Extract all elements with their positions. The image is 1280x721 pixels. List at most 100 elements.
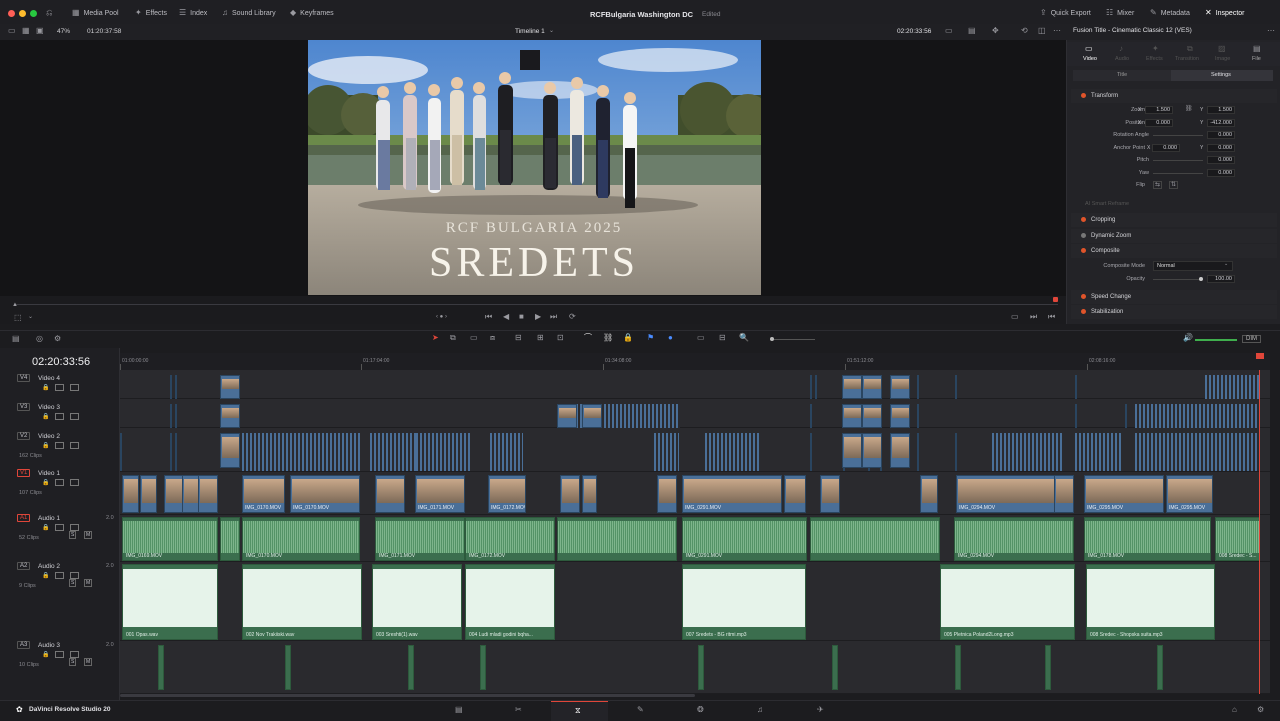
disable-track-icon[interactable] [70, 442, 79, 449]
track-tag-v4[interactable]: V4 [17, 374, 31, 382]
track-name-v2[interactable]: Video 2 [38, 433, 60, 440]
color-page-icon[interactable]: ❂ [697, 706, 704, 714]
audio-clip[interactable] [408, 645, 414, 690]
audio-clip[interactable]: IMG_0170.MOV [242, 517, 360, 561]
flip-horizontal-icon[interactable]: ⇆ [1153, 181, 1163, 189]
audio-clip[interactable]: 008 Sredec - Shopska suita.mp3 [1086, 564, 1215, 640]
video-clip[interactable] [890, 404, 910, 428]
video-clip[interactable] [917, 404, 919, 428]
video-clip[interactable] [890, 433, 910, 468]
anchor-y-field[interactable]: 0.000 [1207, 144, 1235, 152]
zoom-window-button[interactable] [30, 10, 37, 17]
scrub-playhead[interactable] [1053, 297, 1058, 302]
video-clip[interactable] [220, 433, 240, 468]
auto-select-icon[interactable] [55, 413, 64, 420]
audio-clip[interactable] [285, 645, 291, 690]
zoom-full-icon[interactable]: ▭ [697, 334, 705, 342]
opacity-field[interactable]: 100.00 [1207, 275, 1235, 283]
audio-clip[interactable]: IMG_0172.MOV [465, 517, 555, 561]
video-clip[interactable] [170, 375, 172, 399]
audio-clip[interactable] [810, 517, 940, 561]
lock-icon[interactable]: 🔒 [623, 334, 633, 342]
video-clip[interactable] [120, 433, 122, 471]
layout-icon[interactable]: ▤ [12, 335, 20, 343]
audio-clip[interactable]: IMG_0291.MOV [682, 517, 807, 561]
video-clip[interactable] [1054, 475, 1074, 513]
audio-clip[interactable] [832, 645, 838, 690]
video-clip[interactable] [175, 404, 177, 428]
opacity-slider[interactable] [1153, 277, 1203, 281]
inspector-button[interactable]: ✕ Inspector [1205, 9, 1245, 17]
play-icon[interactable]: ▶ [535, 313, 541, 321]
video-clip-group[interactable] [1135, 404, 1260, 428]
disable-track-icon[interactable] [70, 384, 79, 391]
audio-clip[interactable]: 005 Pletnica Poland2Long.mp3 [940, 564, 1075, 640]
composite-mode-select[interactable]: Normal ⌄ [1153, 261, 1233, 271]
video-clip-group[interactable] [242, 433, 360, 471]
track-tag-a2[interactable]: A2 [17, 562, 31, 570]
video-clip[interactable]: IMG_0295.MOV [1084, 475, 1164, 513]
audio-clip[interactable]: 007 Sredets - BG ritmi.mp3 [682, 564, 806, 640]
disable-track-icon[interactable] [70, 524, 79, 531]
zoom-y-field[interactable]: 1.500 [1207, 106, 1235, 114]
position-x-field[interactable]: 0.000 [1145, 119, 1173, 127]
audio-clip[interactable] [480, 645, 486, 690]
track-name-a3[interactable]: Audio 3 [38, 642, 60, 649]
timeline-scrollbar[interactable] [120, 694, 695, 697]
anchor-x-field[interactable]: 0.000 [1152, 144, 1180, 152]
deliver-page-icon[interactable]: ✈ [817, 706, 824, 714]
video-clip[interactable]: IMG_0294.MOV [956, 475, 1056, 513]
video-clip[interactable] [920, 475, 938, 513]
audio-clip[interactable]: 008 Sredec - S... [1215, 517, 1260, 561]
yaw-field[interactable]: 0.000 [1207, 169, 1235, 177]
audio-clip[interactable]: 003 Sreshti(1).wav [372, 564, 462, 640]
fusion-page-icon[interactable]: ✎ [637, 706, 644, 714]
chevron-down-icon[interactable]: ⌄ [549, 28, 554, 34]
mute-button[interactable]: M [84, 579, 93, 587]
audio-clip[interactable]: IMG_0294.MOV [954, 517, 1074, 561]
mute-button[interactable]: M [84, 531, 93, 539]
split-view-icon[interactable]: ◫ [1038, 27, 1046, 35]
track-tag-v2[interactable]: V2 [17, 432, 31, 440]
video-clip[interactable]: IMG_0170.MOV [290, 475, 360, 513]
video-clip-group[interactable] [1205, 375, 1260, 399]
audio-clip[interactable]: IMG_0171.MOV [375, 517, 465, 561]
flag-icon[interactable]: ⚑ [647, 334, 654, 342]
lock-icon[interactable]: 🔒 [42, 652, 49, 658]
stop-icon[interactable]: ■ [519, 313, 524, 321]
dynamic-trim-icon[interactable]: ⧈ [490, 334, 495, 342]
subtab-settings[interactable]: Settings [1171, 70, 1273, 81]
auto-select-icon[interactable] [55, 442, 64, 449]
video-clip[interactable]: IMG_0171.MOV [415, 475, 465, 513]
last-frame-icon[interactable]: ⏭ [550, 313, 557, 321]
zoom-custom-icon[interactable]: 🔍 [739, 334, 749, 342]
video-clip[interactable] [198, 475, 218, 513]
section-dynamic-zoom[interactable]: Dynamic Zoom [1071, 229, 1277, 243]
disable-track-icon[interactable] [70, 572, 79, 579]
trim-tool-icon[interactable]: ⧉ [450, 334, 456, 342]
track-tag-a1[interactable]: A1 [17, 514, 31, 522]
mute-button[interactable]: M [84, 658, 93, 666]
timeline-selector[interactable]: Timeline 1 [515, 28, 545, 35]
video-clip[interactable]: IMG_0291.MOV [682, 475, 782, 513]
lock-icon[interactable]: 🔒 [42, 414, 49, 420]
video-clip[interactable] [140, 475, 157, 513]
lock-icon[interactable]: 🔒 [42, 443, 49, 449]
video-clip[interactable] [582, 475, 597, 513]
video-clip[interactable] [815, 375, 817, 399]
reverse-icon[interactable]: ◀ [503, 313, 509, 321]
monitor-icon[interactable]: ▤ [968, 27, 976, 35]
video-clip-group[interactable] [1135, 433, 1260, 471]
video-clip[interactable] [1075, 404, 1077, 428]
layout-icon[interactable]: ▭ [8, 27, 16, 35]
video-clip[interactable] [164, 475, 184, 513]
video-clip-group[interactable] [370, 433, 420, 471]
yaw-slider[interactable] [1153, 173, 1203, 174]
close-window-button[interactable] [8, 10, 15, 17]
tab-audio[interactable]: Audio [1115, 56, 1129, 62]
video-clip[interactable] [862, 433, 882, 468]
video-clip[interactable] [175, 433, 177, 471]
volume-slider[interactable] [1195, 339, 1237, 341]
tab-file[interactable]: File [1252, 56, 1261, 62]
sound-library-button[interactable]: ♫ Sound Library [222, 9, 276, 17]
